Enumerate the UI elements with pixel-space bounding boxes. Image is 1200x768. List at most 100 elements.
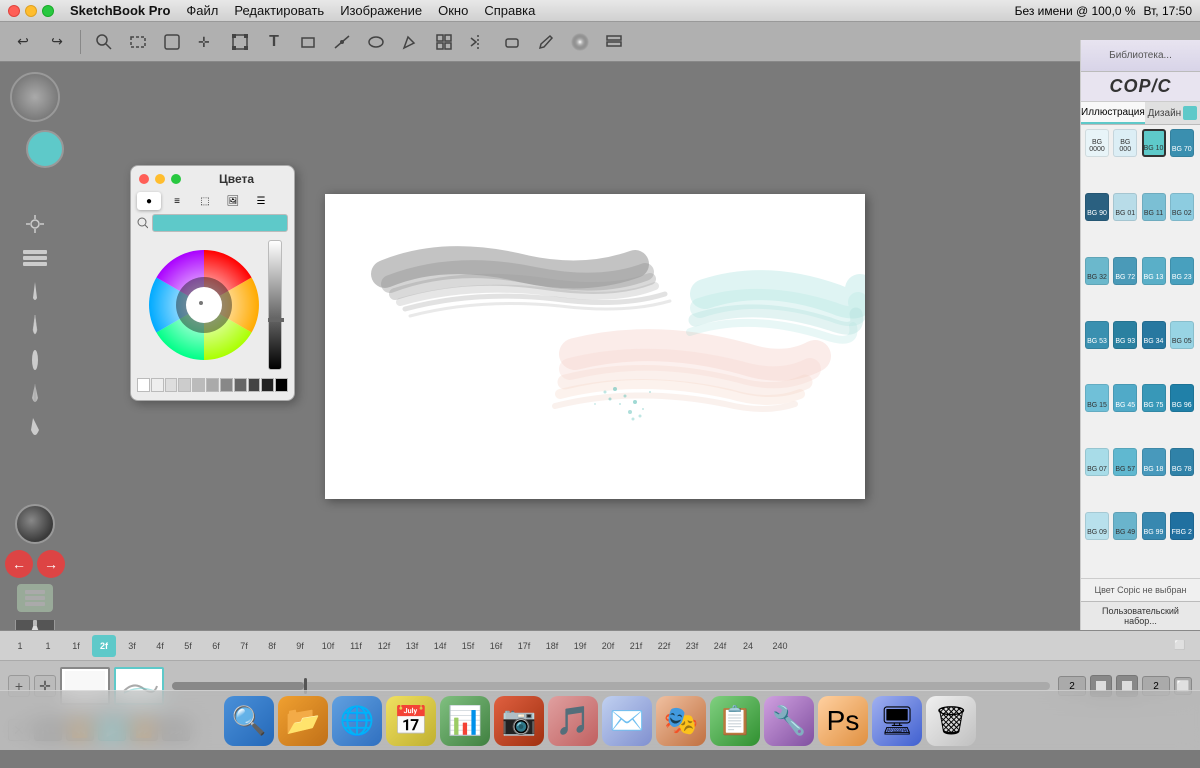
color-tab-wheel[interactable]: ≡	[165, 192, 189, 210]
dock-finder[interactable]: 🔍	[224, 696, 274, 746]
main-color-circle[interactable]	[10, 72, 60, 122]
copic-color-24[interactable]: BG 09	[1085, 512, 1109, 540]
brush-2[interactable]	[15, 310, 55, 342]
dock-trash[interactable]: 🗑	[926, 696, 976, 746]
dock-4[interactable]: 📅	[386, 696, 436, 746]
brush-tool-button[interactable]	[531, 27, 561, 57]
frame-7[interactable]: 6f	[204, 635, 228, 657]
dialog-close[interactable]	[139, 174, 149, 184]
dock-6[interactable]: 📷	[494, 696, 544, 746]
color-tab-image[interactable]: 🖼	[221, 192, 245, 210]
color-search-input[interactable]	[152, 214, 288, 232]
frame-12[interactable]: 11f	[344, 635, 368, 657]
copic-color-6[interactable]: BG 11	[1142, 193, 1166, 221]
copic-color-15[interactable]: BG 05	[1170, 321, 1194, 349]
copic-color-21[interactable]: BG 57	[1113, 448, 1137, 476]
copic-tab-design-label[interactable]: Дизайн	[1148, 108, 1182, 119]
frame-3[interactable]: 2f	[92, 635, 116, 657]
copic-color-25[interactable]: BG 49	[1113, 512, 1137, 540]
swatch-black[interactable]	[275, 378, 288, 392]
color-wheel-small[interactable]	[15, 504, 55, 544]
drawing-canvas[interactable]	[325, 194, 865, 499]
close-button[interactable]	[8, 5, 20, 17]
copic-color-17[interactable]: BG 45	[1113, 384, 1137, 412]
copic-color-0[interactable]: BG 0000	[1085, 129, 1109, 157]
frame-19[interactable]: 18f	[540, 635, 564, 657]
color-wheel[interactable]	[144, 245, 264, 365]
crop-button[interactable]	[293, 27, 323, 57]
frame-13[interactable]: 12f	[372, 635, 396, 657]
minimize-button[interactable]	[25, 5, 37, 17]
dock-13[interactable]: 🖥	[872, 696, 922, 746]
frame-14[interactable]: 13f	[400, 635, 424, 657]
frame-end[interactable]: 24	[736, 635, 760, 657]
dialog-maximize[interactable]	[171, 174, 181, 184]
copic-color-19[interactable]: BG 96	[1170, 384, 1194, 412]
forward-arrow[interactable]: →	[37, 550, 65, 578]
swatch-4[interactable]	[192, 378, 205, 392]
tool-layers-panel[interactable]	[15, 242, 55, 274]
copic-color-4[interactable]: BG 90	[1085, 193, 1109, 221]
frame-25[interactable]: 24f	[708, 635, 732, 657]
copic-color-26[interactable]: BG 99	[1142, 512, 1166, 540]
layers-button[interactable]	[599, 27, 629, 57]
frame-11[interactable]: 10f	[316, 635, 340, 657]
frame-18[interactable]: 17f	[512, 635, 536, 657]
timeline-scrubber[interactable]	[172, 682, 1050, 690]
copic-color-23[interactable]: BG 78	[1170, 448, 1194, 476]
redo-button[interactable]	[42, 27, 72, 57]
brush-1[interactable]	[15, 276, 55, 308]
frame-9[interactable]: 8f	[260, 635, 284, 657]
text-button[interactable]: T	[259, 27, 289, 57]
frame-2[interactable]: 1f	[64, 635, 88, 657]
symmetry-button[interactable]	[463, 27, 493, 57]
frame-10[interactable]: 9f	[288, 635, 312, 657]
copic-color-9[interactable]: BG 72	[1113, 257, 1137, 285]
frame-0[interactable]: 1	[8, 635, 32, 657]
menu-help[interactable]: Справка	[484, 3, 535, 18]
frame-23[interactable]: 22f	[652, 635, 676, 657]
frame-16[interactable]: 15f	[456, 635, 480, 657]
frame-20[interactable]: 19f	[568, 635, 592, 657]
swatch-6[interactable]	[220, 378, 233, 392]
copic-color-10[interactable]: BG 13	[1142, 257, 1166, 285]
dock-8[interactable]: ✉️	[602, 696, 652, 746]
brush-3[interactable]	[15, 344, 55, 376]
color-picker-button[interactable]	[565, 27, 595, 57]
copic-color-20[interactable]: BG 07	[1085, 448, 1109, 476]
dock-3[interactable]: 🌐	[332, 696, 382, 746]
fullscreen-button[interactable]	[42, 5, 54, 17]
color-tab-custom[interactable]: ☰	[249, 192, 273, 210]
swatch-1[interactable]	[151, 378, 164, 392]
copic-color-8[interactable]: BG 32	[1085, 257, 1109, 285]
dock-9[interactable]: 🎭	[656, 696, 706, 746]
frame-5[interactable]: 4f	[148, 635, 172, 657]
dialog-minimize[interactable]	[155, 174, 165, 184]
dock-photoshop[interactable]: Ps	[818, 696, 868, 746]
frame-15[interactable]: 14f	[428, 635, 452, 657]
menu-file[interactable]: Файл	[186, 3, 218, 18]
back-arrow[interactable]: ←	[5, 550, 33, 578]
swatch-9[interactable]	[261, 378, 274, 392]
select-rect-button[interactable]	[123, 27, 153, 57]
pen-button[interactable]	[395, 27, 425, 57]
copic-color-18[interactable]: BG 75	[1142, 384, 1166, 412]
swatch-white[interactable]	[137, 378, 150, 392]
copic-color-16[interactable]: BG 15	[1085, 384, 1109, 412]
frame-1[interactable]: 1	[36, 635, 60, 657]
eraser-tool-button[interactable]	[497, 27, 527, 57]
swatch-8[interactable]	[248, 378, 261, 392]
dock-10[interactable]: 📋	[710, 696, 760, 746]
dock-11[interactable]: 🔧	[764, 696, 814, 746]
menu-window[interactable]: Окно	[438, 3, 468, 18]
frame-17[interactable]: 16f	[484, 635, 508, 657]
frame-6[interactable]: 5f	[176, 635, 200, 657]
menu-image[interactable]: Изображение	[340, 3, 422, 18]
transform-button[interactable]	[225, 27, 255, 57]
grid-button[interactable]	[429, 27, 459, 57]
copic-color-3[interactable]: BG 70	[1170, 129, 1194, 157]
copic-color-14[interactable]: BG 34	[1142, 321, 1166, 349]
brush-4[interactable]	[15, 378, 55, 410]
copic-color-7[interactable]: BG 02	[1170, 193, 1194, 221]
copic-color-12[interactable]: BG 53	[1085, 321, 1109, 349]
